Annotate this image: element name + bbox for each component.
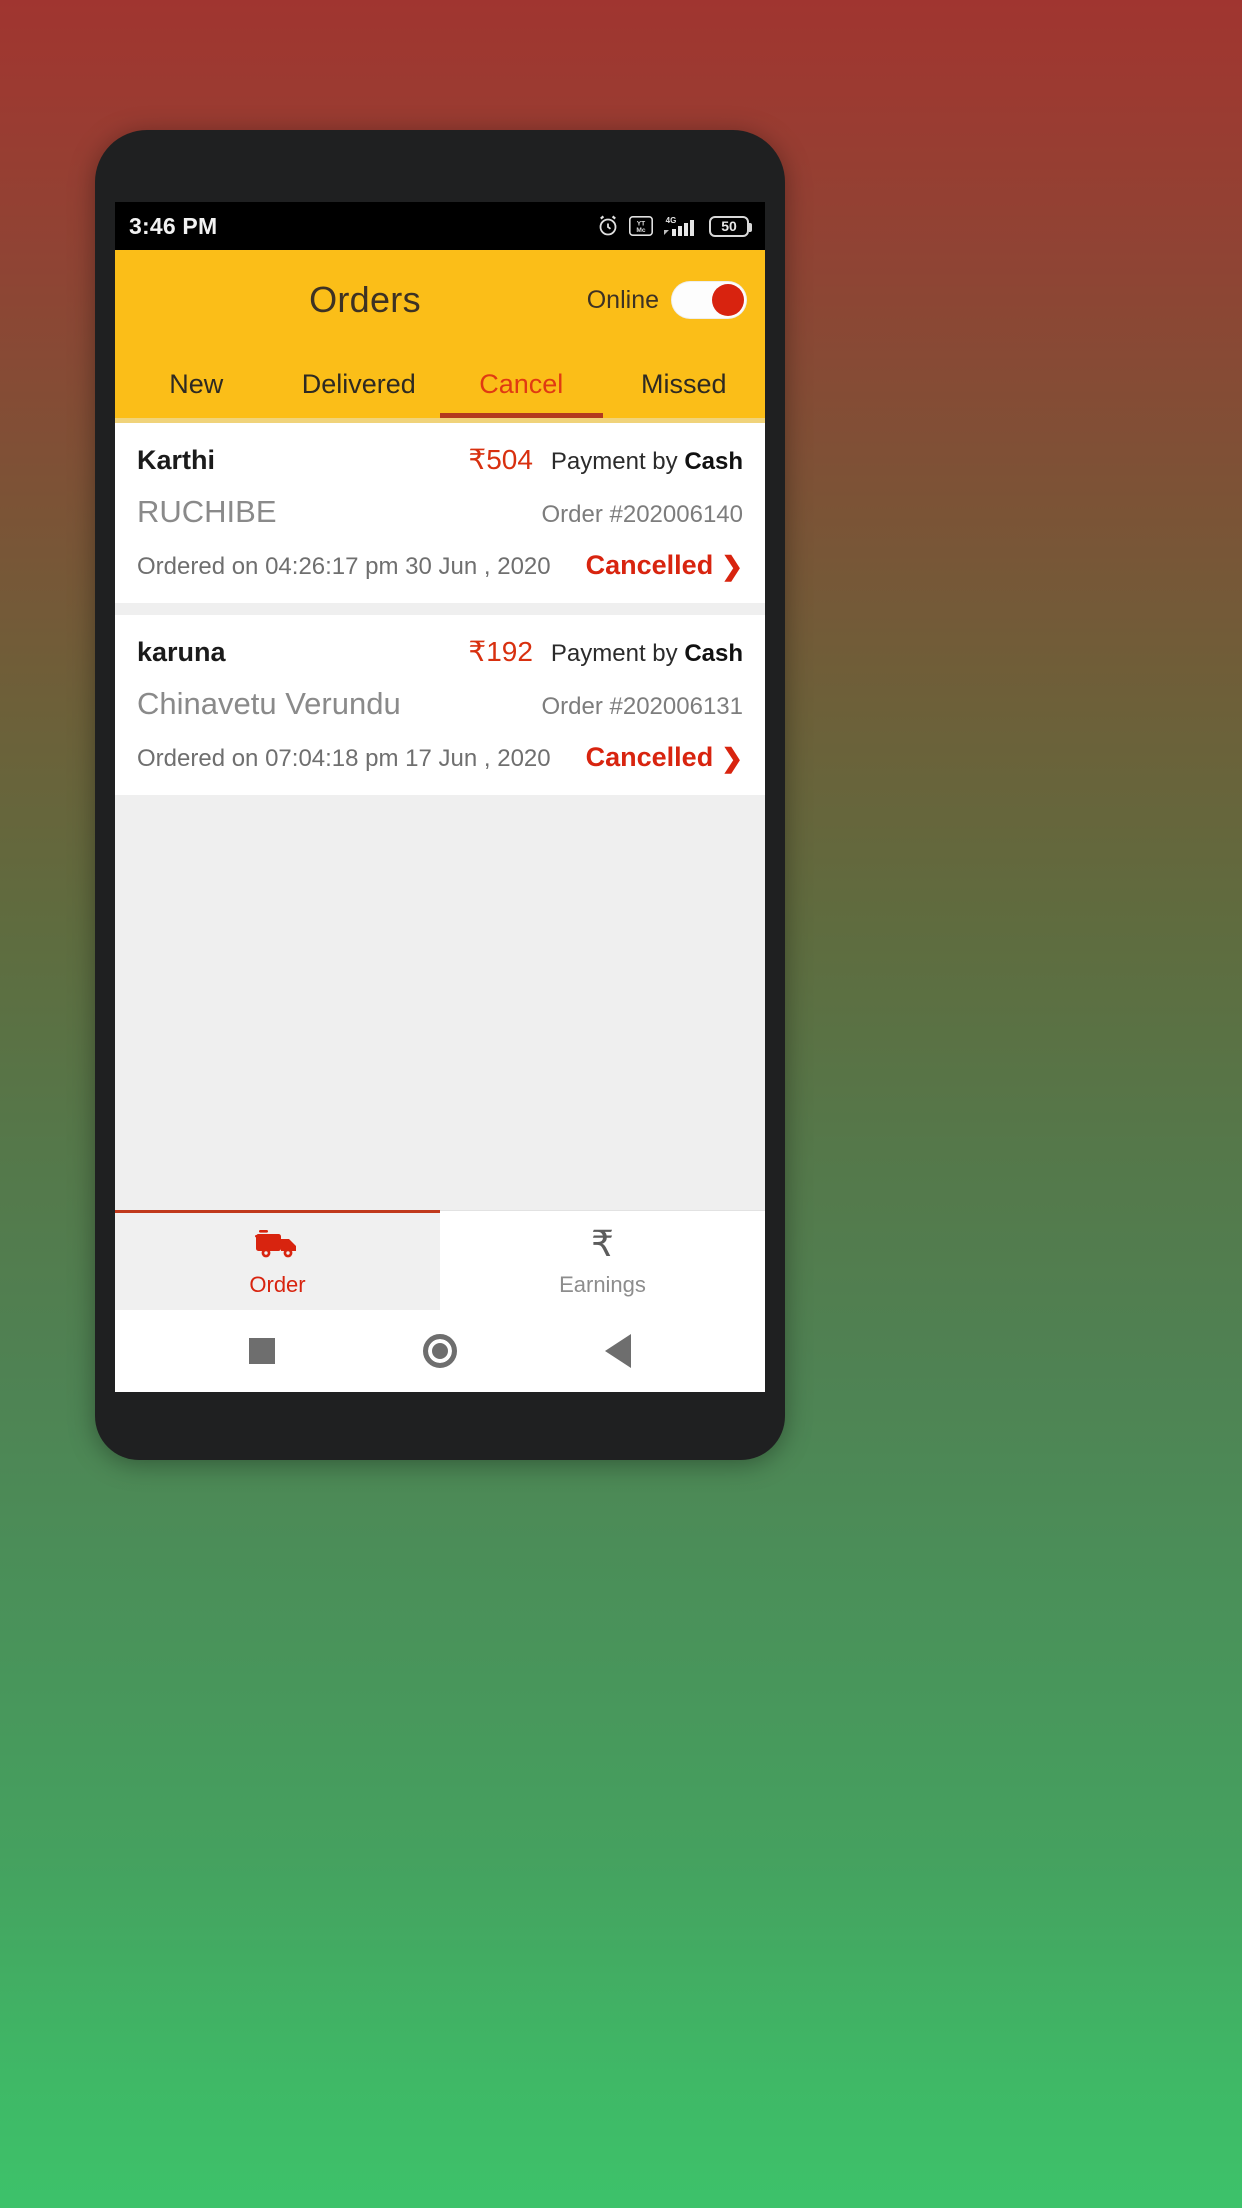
payment-method: Payment by Cash xyxy=(551,448,743,476)
order-id: Order #202006140 xyxy=(541,501,744,528)
customer-name: karuna xyxy=(137,637,226,667)
order-card[interactable]: karuna ₹192 Payment by Cash Chinavetu Ve… xyxy=(115,615,765,795)
svg-text:4G: 4G xyxy=(666,216,677,225)
android-navigation-bar xyxy=(115,1310,765,1392)
tab-missed-label: Missed xyxy=(640,368,727,399)
tab-new-label: New xyxy=(169,368,224,399)
status-bar-clock: 3:46 PM xyxy=(129,212,218,239)
tab-delivered-label: Delivered xyxy=(301,368,416,399)
status-badge[interactable]: Cancelled ❯ xyxy=(586,742,743,773)
tab-new[interactable]: New xyxy=(115,350,278,418)
payment-value: Cash xyxy=(684,640,743,667)
app-bar: Orders Online xyxy=(115,250,765,350)
order-list: Karthi ₹504 Payment by Cash RUCHIBE Orde… xyxy=(115,423,765,1392)
home-key-icon[interactable] xyxy=(423,1334,457,1368)
online-toggle-label: Online xyxy=(586,285,659,314)
shop-name: Chinavetu Verundu xyxy=(137,686,401,721)
bottom-navigation: Order ₹ Earnings xyxy=(115,1210,765,1310)
recents-key-icon[interactable] xyxy=(249,1338,275,1364)
order-card[interactable]: Karthi ₹504 Payment by Cash RUCHIBE Orde… xyxy=(115,423,765,603)
order-card-subheader: RUCHIBE Order #202006140 xyxy=(137,494,743,530)
customer-name: Karthi xyxy=(137,445,216,475)
ordered-on-timestamp: Ordered on 04:26:17 pm 30 Jun , 2020 xyxy=(137,553,551,580)
chevron-right-icon: ❯ xyxy=(721,550,743,581)
order-amount: ₹504 xyxy=(468,444,533,475)
online-toggle-switch[interactable] xyxy=(671,281,747,319)
truck-icon xyxy=(254,1224,301,1264)
order-cards: Karthi ₹504 Payment by Cash RUCHIBE Orde… xyxy=(115,423,765,807)
nav-item-earnings[interactable]: ₹ Earnings xyxy=(440,1211,765,1310)
order-card-subheader: Chinavetu Verundu Order #202006131 xyxy=(137,686,743,722)
status-badge-label: Cancelled xyxy=(585,742,714,772)
order-id: Order #202006131 xyxy=(541,693,744,720)
battery-icon: 50 xyxy=(709,215,752,237)
status-badge[interactable]: Cancelled ❯ xyxy=(586,550,743,581)
tab-cancel[interactable]: Cancel xyxy=(440,350,603,418)
signal-4g-icon: 4G xyxy=(662,214,700,238)
payment-value: Cash xyxy=(684,448,743,475)
alarm-icon xyxy=(596,214,620,238)
order-tabs: New Delivered Cancel Missed xyxy=(115,350,765,418)
phone-screen: 3:46 PM YT Mc 4G 50 Orders Online New De… xyxy=(115,202,765,1392)
order-card-header: Karthi ₹504 Payment by Cash xyxy=(137,443,743,476)
order-card-header: karuna ₹192 Payment by Cash xyxy=(137,635,743,668)
nav-item-earnings-label: Earnings xyxy=(559,1271,646,1297)
svg-text:Mc: Mc xyxy=(636,227,645,234)
online-toggle-group[interactable]: Online xyxy=(587,281,747,319)
tab-cancel-label: Cancel xyxy=(479,368,564,399)
ordered-on-timestamp: Ordered on 07:04:18 pm 17 Jun , 2020 xyxy=(137,745,551,772)
order-card-footer: Ordered on 07:04:18 pm 17 Jun , 2020 Can… xyxy=(137,742,743,773)
status-bar-icons: YT Mc 4G 50 xyxy=(596,214,752,238)
nav-item-order-label: Order xyxy=(249,1271,306,1297)
payment-prefix: Payment by xyxy=(550,640,678,667)
rupee-icon: ₹ xyxy=(591,1222,614,1264)
status-bar: 3:46 PM YT Mc 4G 50 xyxy=(115,202,765,250)
battery-level-text: 50 xyxy=(721,218,737,234)
back-key-icon[interactable] xyxy=(605,1334,631,1368)
shop-name: RUCHIBE xyxy=(137,494,277,529)
tab-missed[interactable]: Missed xyxy=(603,350,766,418)
payment-method: Payment by Cash xyxy=(551,640,743,668)
youtube-music-icon: YT Mc xyxy=(629,216,653,236)
tab-delivered[interactable]: Delivered xyxy=(278,350,441,418)
phone-device: 3:46 PM YT Mc 4G 50 Orders Online New De… xyxy=(95,130,785,1460)
status-badge-label: Cancelled xyxy=(585,550,714,580)
nav-item-order[interactable]: Order xyxy=(115,1210,440,1310)
tabs-underline xyxy=(115,418,765,423)
order-card-footer: Ordered on 04:26:17 pm 30 Jun , 2020 Can… xyxy=(137,550,743,581)
chevron-right-icon: ❯ xyxy=(721,742,743,773)
list-empty-space xyxy=(115,807,765,1210)
toggle-knob xyxy=(712,284,744,316)
payment-prefix: Payment by xyxy=(550,448,678,475)
order-amount: ₹192 xyxy=(468,636,533,667)
